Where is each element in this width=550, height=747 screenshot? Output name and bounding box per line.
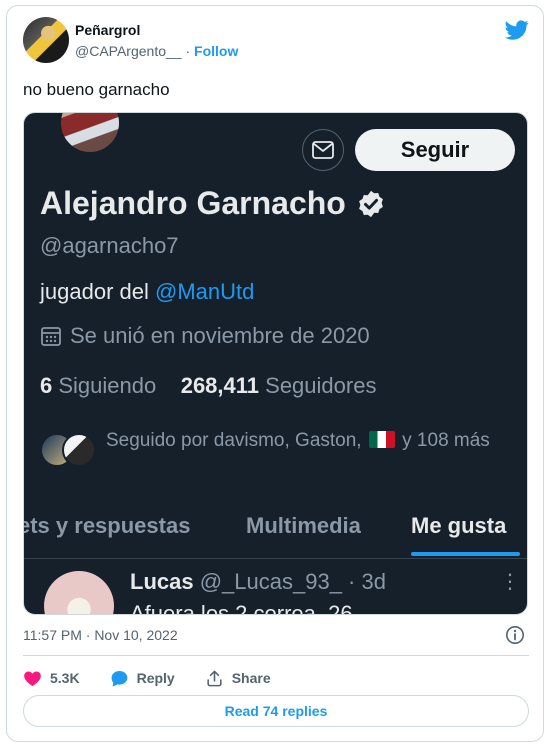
- profile-tabs: ets y respuestas Multimedia Me gusta: [23, 505, 527, 559]
- tab-me-gusta: Me gusta: [411, 513, 507, 538]
- profile-handle: @agarnacho7: [40, 233, 179, 258]
- author-handle-line: @CAPArgento__ · Follow: [75, 43, 238, 59]
- tweet-text: no bueno garnacho: [23, 80, 170, 99]
- reply-header: Lucas @_Lucas_93_ · 3d: [130, 569, 386, 595]
- followers-count: 268,411: [180, 373, 260, 398]
- like-count: 5.3K: [50, 670, 80, 686]
- avatar: [62, 433, 96, 467]
- followed-by-prefix: Seguido por davismo, Gaston,: [106, 430, 362, 451]
- bio-mention: @ManUtd: [154, 279, 255, 304]
- follow-link[interactable]: Follow: [194, 43, 238, 59]
- tweet-card: Peñargrol @CAPArgento__ · Follow no buen…: [6, 5, 544, 742]
- followed-by-avatars: [40, 433, 100, 467]
- like-button[interactable]: 5.3K: [23, 669, 80, 688]
- author-avatar[interactable]: [23, 17, 69, 63]
- reply-text: Afuera los 2 correa. 26: [130, 601, 353, 615]
- following-count: 6: [40, 373, 53, 398]
- profile-name-text: Alejandro Garnacho: [40, 185, 346, 221]
- divider: [23, 655, 529, 656]
- joined-date: Se unió en noviembre de 2020: [40, 323, 370, 349]
- reply-name: Lucas: [130, 569, 194, 594]
- share-button[interactable]: Share: [205, 669, 271, 688]
- bio-text: jugador del: [40, 279, 155, 304]
- tab-multimedia: Multimedia: [246, 513, 361, 538]
- verified-badge-icon: [358, 190, 383, 217]
- followers-label: Seguidores: [265, 373, 377, 398]
- info-icon[interactable]: [505, 625, 525, 645]
- profile-stats: 6 Siguiendo 268,411 Seguidores: [40, 373, 376, 399]
- share-icon: [207, 670, 222, 686]
- message-button: [302, 129, 344, 171]
- tweet-actions: 5.3K Reply Share: [23, 666, 301, 690]
- author-handle[interactable]: @CAPArgento__: [75, 43, 182, 59]
- reply-handle-time: @_Lucas_93_ · 3d: [199, 569, 386, 594]
- profile-name: Alejandro Garnacho: [40, 185, 386, 222]
- share-label: Share: [231, 670, 271, 686]
- profile-avatar: [58, 113, 122, 155]
- tab-tweets-replies: ets y respuestas: [23, 513, 191, 538]
- mexico-flag-icon: [368, 431, 395, 448]
- heart-icon: [24, 671, 41, 686]
- envelope-icon: [312, 141, 334, 159]
- calendar-icon: [41, 327, 61, 346]
- twitter-bird-icon[interactable]: [505, 18, 529, 42]
- active-tab-indicator: [411, 552, 520, 556]
- reply-button[interactable]: Reply: [110, 669, 175, 688]
- embedded-screenshot[interactable]: Seguir Alejandro Garnacho @agarnacho7 ju…: [23, 112, 528, 615]
- profile-bio: jugador del @ManUtd: [40, 279, 254, 305]
- following-label: Siguiendo: [58, 373, 157, 398]
- seguir-button: Seguir: [355, 129, 515, 171]
- reply-bubble-icon: [111, 670, 127, 686]
- reply-label: Reply: [136, 670, 175, 686]
- separator: ·: [185, 43, 191, 59]
- more-icon: ⋮: [500, 571, 520, 593]
- author-name[interactable]: Peñargrol: [75, 22, 140, 38]
- read-replies-button[interactable]: Read 74 replies: [23, 695, 529, 727]
- followed-by-suffix: y 108 más: [402, 430, 490, 451]
- tweet-timestamp[interactable]: 11:57 PM · Nov 10, 2022: [23, 627, 178, 643]
- followed-by-text: Seguido por davismo, Gaston, y 108 más: [106, 427, 506, 455]
- joined-text: Se unió en noviembre de 2020: [70, 323, 370, 348]
- reply-avatar: [44, 571, 114, 614]
